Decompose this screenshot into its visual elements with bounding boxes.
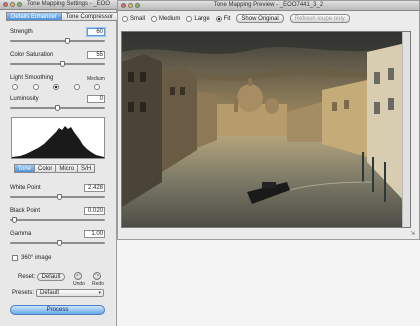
settings-titlebar[interactable]: Tone Mapping Settings - _EOO bbox=[0, 0, 117, 10]
tab-shadows-highlights[interactable]: S/H bbox=[77, 164, 96, 173]
tab-micro[interactable]: Micro bbox=[55, 164, 79, 173]
redo-button[interactable]: ↷ bbox=[93, 272, 101, 280]
gamma-label: Gamma bbox=[10, 231, 32, 237]
histogram bbox=[11, 117, 105, 159]
window-controls bbox=[3, 2, 22, 7]
color-saturation-slider-thumb[interactable] bbox=[60, 61, 65, 67]
chevron-down-icon: ▾ bbox=[98, 290, 101, 296]
gamma-slider[interactable] bbox=[10, 240, 105, 246]
undo-button[interactable]: ↶ bbox=[74, 272, 82, 280]
hdr-preview-image[interactable] bbox=[121, 31, 411, 228]
reset-default-button[interactable]: Default bbox=[37, 273, 65, 281]
color-saturation-slider-track bbox=[10, 63, 105, 65]
360-image-label: 360° image bbox=[21, 255, 52, 261]
presets-label: Presets: bbox=[12, 290, 35, 296]
strength-slider-track bbox=[10, 40, 105, 42]
strength-label: Strength bbox=[10, 29, 33, 35]
tab-tone-compressor[interactable]: Tone Compressor bbox=[60, 12, 119, 21]
presets-select[interactable]: Default ▾ bbox=[36, 289, 104, 297]
white-point-slider[interactable] bbox=[10, 194, 105, 200]
tab-color[interactable]: Color bbox=[34, 164, 57, 173]
preview-window-controls bbox=[121, 3, 140, 8]
gamma-slider-thumb[interactable] bbox=[57, 240, 62, 246]
light-smoothing-option-4[interactable] bbox=[73, 84, 80, 90]
refresh-loupe-button[interactable]: Refresh loupe only bbox=[289, 14, 350, 23]
color-saturation-slider[interactable] bbox=[10, 61, 105, 67]
light-smoothing-option-2[interactable] bbox=[32, 84, 39, 90]
histogram-graph bbox=[12, 126, 104, 158]
zoom-window-icon[interactable] bbox=[17, 2, 22, 7]
show-original-button[interactable]: Show Original bbox=[236, 14, 284, 23]
redo-label: Redo bbox=[92, 281, 104, 287]
white-point-slider-thumb[interactable] bbox=[57, 194, 62, 200]
adjustment-subtabs: Tone Color Micro S/H bbox=[14, 164, 96, 173]
close-window-icon[interactable] bbox=[3, 2, 8, 7]
size-small-label: Small bbox=[130, 15, 146, 22]
minimize-window-icon[interactable] bbox=[10, 2, 15, 7]
luminosity-slider[interactable] bbox=[10, 105, 105, 111]
luminosity-label: Luminosity bbox=[10, 96, 39, 102]
light-smoothing-option-1[interactable] bbox=[12, 84, 18, 90]
reset-label: Reset: bbox=[18, 274, 36, 280]
white-point-field[interactable]: 2.428 bbox=[84, 184, 105, 192]
black-point-field[interactable]: 0.020 bbox=[84, 207, 105, 215]
light-smoothing-option-3[interactable] bbox=[53, 84, 59, 90]
size-option-fit[interactable]: Fit bbox=[215, 15, 231, 22]
size-option-medium[interactable]: Medium bbox=[151, 15, 181, 22]
settings-window-title: Tone Mapping Settings - _EOO bbox=[26, 1, 111, 7]
size-option-small[interactable]: Small bbox=[122, 15, 146, 22]
black-point-slider-thumb[interactable] bbox=[12, 217, 17, 223]
undo-icon: ↶ bbox=[75, 273, 81, 279]
tab-details-enhancer[interactable]: Details Enhancer bbox=[6, 12, 62, 21]
resize-grip-icon[interactable]: ⇲ bbox=[410, 230, 418, 238]
color-saturation-field[interactable]: 55 bbox=[87, 51, 105, 59]
preview-vertical-scrollbar[interactable] bbox=[402, 32, 410, 227]
redo-icon: ↷ bbox=[94, 273, 100, 279]
process-button[interactable]: Process bbox=[10, 305, 105, 315]
size-large-radio[interactable] bbox=[186, 15, 193, 22]
light-smoothing-radio-group bbox=[12, 84, 100, 90]
preview-close-window-icon[interactable] bbox=[121, 3, 126, 8]
strength-field[interactable]: 60 bbox=[87, 28, 105, 36]
gamma-field[interactable]: 1.00 bbox=[84, 230, 105, 238]
presets-selected-value: Default bbox=[40, 290, 60, 296]
light-smoothing-option-5[interactable] bbox=[94, 84, 100, 90]
size-medium-radio[interactable] bbox=[151, 15, 158, 22]
strength-slider-thumb[interactable] bbox=[65, 38, 70, 44]
light-smoothing-label: Light Smoothing bbox=[10, 75, 54, 81]
light-smoothing-medium-label: Medium bbox=[87, 76, 105, 82]
preview-toolbar: Small Medium Large Fit Show Original Ref… bbox=[122, 14, 356, 23]
black-point-slider[interactable] bbox=[10, 217, 105, 223]
venice-grand-canal-photo bbox=[122, 32, 410, 227]
strength-slider[interactable] bbox=[10, 38, 105, 44]
luminosity-slider-thumb[interactable] bbox=[55, 105, 60, 111]
tone-mapping-settings-window: Tone Mapping Settings - _EOO Details Enh… bbox=[0, 0, 119, 326]
method-tabs: Details Enhancer Tone Compressor bbox=[6, 12, 119, 21]
preview-minimize-window-icon[interactable] bbox=[128, 3, 133, 8]
size-option-large[interactable]: Large bbox=[186, 15, 210, 22]
tone-mapping-preview-window: Tone Mapping Preview - _EOO7441_3_2 Smal… bbox=[117, 0, 420, 240]
black-point-slider-track bbox=[10, 219, 105, 221]
tab-tone[interactable]: Tone bbox=[14, 164, 36, 173]
color-saturation-label: Color Saturation bbox=[10, 52, 54, 58]
undo-label: Undo bbox=[73, 281, 85, 287]
preview-titlebar[interactable]: Tone Mapping Preview - _EOO7441_3_2 bbox=[118, 1, 419, 11]
360-image-checkbox[interactable] bbox=[12, 255, 18, 261]
white-point-label: White Point bbox=[10, 185, 41, 191]
luminosity-field[interactable]: 0 bbox=[87, 95, 105, 103]
preview-zoom-window-icon[interactable] bbox=[135, 3, 140, 8]
preview-window-title: Tone Mapping Preview - _EOO7441_3_2 bbox=[213, 2, 324, 8]
size-fit-radio[interactable] bbox=[215, 15, 222, 22]
size-small-radio[interactable] bbox=[122, 15, 128, 22]
size-fit-label: Fit bbox=[223, 15, 231, 22]
size-medium-label: Medium bbox=[159, 15, 181, 22]
size-large-label: Large bbox=[194, 15, 210, 22]
black-point-label: Black Point bbox=[10, 208, 41, 214]
